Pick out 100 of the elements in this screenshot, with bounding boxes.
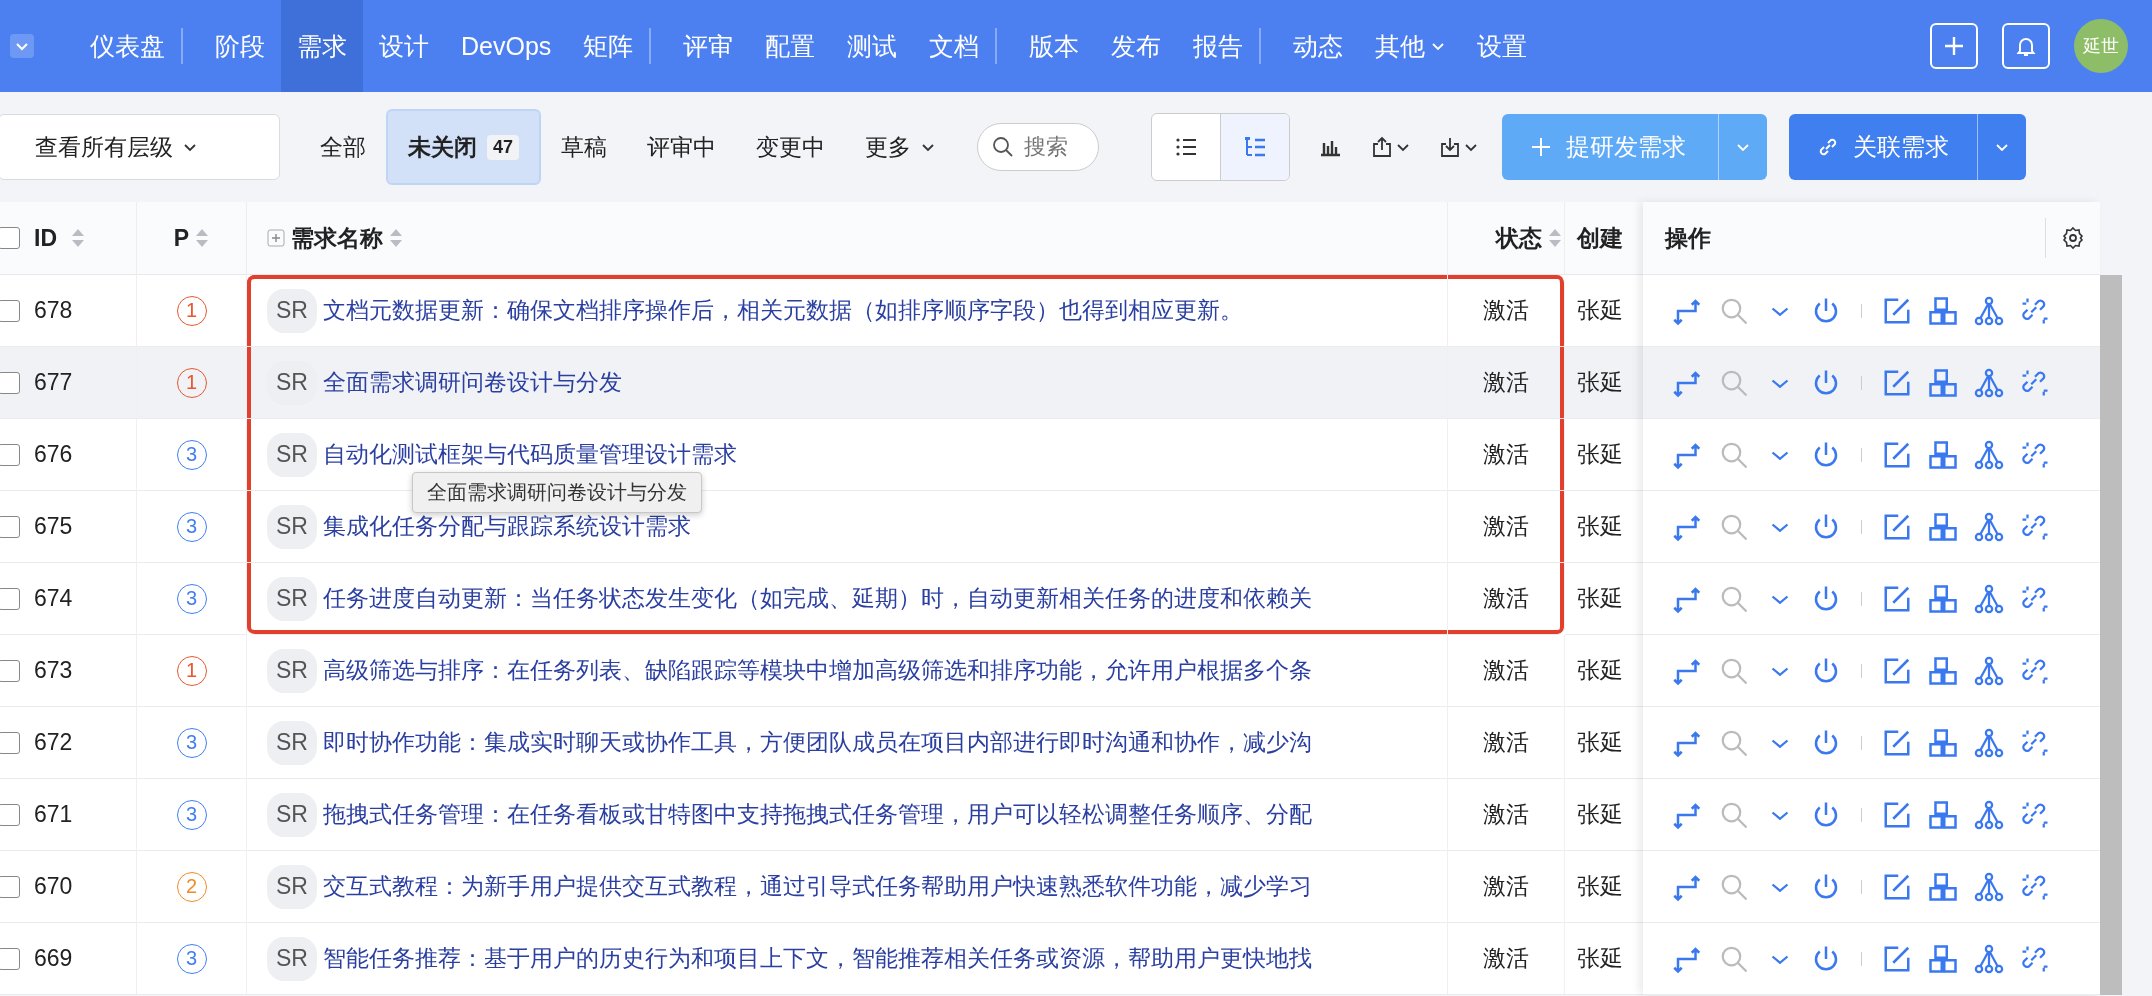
layout-icon[interactable] <box>1928 583 1958 614</box>
nav-tab[interactable]: 设置 <box>1461 0 1544 92</box>
nav-tab[interactable]: 其他 <box>1359 0 1462 92</box>
nav-tab[interactable]: 版本 <box>995 0 1096 92</box>
filter-tab[interactable]: 未关闭 47 <box>386 109 542 185</box>
nav-tab[interactable]: 文档 <box>913 0 996 92</box>
filter-tab[interactable]: 草稿 <box>541 111 628 183</box>
type-tag: SR <box>267 648 317 693</box>
hierarchy-icon[interactable] <box>1974 799 2004 830</box>
layout-icon[interactable] <box>1928 439 1958 470</box>
checkbox[interactable] <box>0 659 20 682</box>
creator-text: 张延 <box>1577 944 1623 973</box>
filter-tab[interactable]: 变更中 <box>736 111 846 183</box>
filter-tab[interactable]: 评审中 <box>627 111 737 183</box>
requirement-link[interactable]: 交互式教程：为新手用户提供交互式教程，通过引导式任务帮助用户快速熟悉软件功能，减少学习 <box>322 871 1312 902</box>
creator-text: 张延 <box>1577 584 1623 613</box>
hierarchy-icon[interactable] <box>1974 727 2004 758</box>
type-tag: SR <box>267 360 317 405</box>
type-tag: SR <box>267 288 317 333</box>
status-cell: 激活 <box>1448 491 1565 563</box>
layout-icon[interactable] <box>1928 799 1958 830</box>
creator-text: 张延 <box>1577 656 1623 685</box>
hierarchy-icon[interactable] <box>1974 511 2004 542</box>
hierarchy-icon[interactable] <box>1974 367 2004 398</box>
checkbox[interactable] <box>0 587 20 610</box>
requirement-link[interactable]: 全面需求调研问卷设计与分发 <box>322 367 622 398</box>
requirement-link[interactable]: 即时协作功能：集成实时聊天或协作工具，方便团队成员在项目内部进行即时沟通和协作，减少沟 <box>322 727 1312 758</box>
nav-tab[interactable]: 仪表盘 <box>74 0 181 92</box>
layout-icon[interactable] <box>1928 871 1958 902</box>
hierarchy-icon[interactable] <box>1974 943 2004 974</box>
status-cell: 激活 <box>1448 347 1565 419</box>
requirement-link[interactable]: 集成化任务分配与跟踪系统设计需求 <box>322 511 691 542</box>
requirement-link[interactable]: 任务进度自动更新：当任务状态发生变化（如完成、延期）时，自动更新相关任务的进度和依赖关 <box>322 583 1312 614</box>
status-cell: 激活 <box>1448 563 1565 635</box>
checkbox[interactable] <box>0 371 20 394</box>
status-cell: 激活 <box>1448 635 1565 707</box>
status-cell: 激活 <box>1448 707 1565 779</box>
nav-tab[interactable]: 报告 <box>1177 0 1260 92</box>
search-field[interactable]: 搜索 <box>977 123 1100 171</box>
count-badge: 47 <box>487 134 520 160</box>
nav-tab[interactable]: 设计 <box>363 0 445 92</box>
add-button[interactable] <box>1930 23 1978 69</box>
status-cell: 激活 <box>1448 779 1565 851</box>
tooltip: 全面需求调研问卷设计与分发 <box>412 472 702 513</box>
layout-icon[interactable] <box>1928 727 1958 758</box>
nav-tab[interactable]: 配置 <box>749 0 832 92</box>
layout-icon[interactable] <box>1928 367 1958 398</box>
nav-tab[interactable]: 阶段 <box>181 0 281 92</box>
export-button[interactable] <box>1370 135 1411 159</box>
table-header-cell[interactable]: 创建 <box>1565 202 1643 275</box>
nav-tab[interactable]: 矩阵 <box>567 0 650 92</box>
more-dropdown[interactable]: 更多 <box>845 111 956 183</box>
nav-tab[interactable]: 测试 <box>831 0 914 92</box>
checkbox[interactable] <box>0 299 20 322</box>
checkbox[interactable] <box>0 443 20 466</box>
creator-text: 张延 <box>1577 440 1623 469</box>
checkbox[interactable] <box>0 515 20 538</box>
type-tag: SR <box>267 720 317 765</box>
hierarchy-icon[interactable] <box>1974 295 2004 326</box>
id-text: 676 <box>34 441 73 468</box>
requirement-link[interactable]: 高级筛选与排序：在任务列表、缺陷跟踪等模块中增加高级筛选和排序功能，允许用户根据多个条 <box>322 655 1312 686</box>
layout-icon[interactable] <box>1928 295 1958 326</box>
hierarchy-icon[interactable] <box>1974 439 2004 470</box>
level-dropdown[interactable]: 查看所有层级 <box>0 114 280 180</box>
hierarchy-icon[interactable] <box>1974 655 2004 686</box>
nav-tab[interactable]: 评审 <box>649 0 750 92</box>
requirement-link[interactable]: 智能任务推荐：基于用户的历史行为和项目上下文，智能推荐相关任务或资源，帮助用户更快地找 <box>322 943 1312 974</box>
checkbox[interactable] <box>0 875 20 898</box>
status-cell: 激活 <box>1448 851 1565 923</box>
import-button[interactable] <box>1438 135 1479 159</box>
scrollbar[interactable] <box>2100 275 2122 995</box>
layout-icon[interactable] <box>1928 511 1958 542</box>
checkbox[interactable] <box>0 803 20 826</box>
expand-icon[interactable] <box>267 229 285 247</box>
column-header: 创建 <box>1577 223 1623 253</box>
checkbox[interactable] <box>0 731 20 754</box>
checkbox[interactable] <box>0 227 20 249</box>
requirement-link[interactable]: 自动化测试框架与代码质量管理设计需求 <box>322 439 737 470</box>
layout-icon[interactable] <box>1928 943 1958 974</box>
table-header-cell[interactable]: 状态 <box>1448 202 1565 275</box>
requirement-link[interactable]: 文档元数据更新：确保文档排序操作后，相关元数据（如排序顺序字段）也得到相应更新。 <box>322 295 1243 326</box>
checkbox[interactable] <box>0 947 20 970</box>
hierarchy-icon[interactable] <box>1974 583 2004 614</box>
nav-tab[interactable]: DevOps <box>445 0 568 92</box>
table-header-cell[interactable]: 需求名称 <box>247 202 1448 275</box>
column-header: 操作 <box>1665 223 1711 253</box>
requirement-link[interactable]: 拖拽式任务管理：在任务看板或甘特图中支持拖拽式任务管理，用户可以轻松调整任务顺序、分配 <box>322 799 1312 830</box>
table-header-cell[interactable]: ID <box>0 202 137 275</box>
table-header-cell[interactable]: P <box>137 202 247 275</box>
nav-tab[interactable]: 动态 <box>1259 0 1360 92</box>
settings-icon[interactable] <box>2061 226 2085 250</box>
layout-icon[interactable] <box>1928 655 1958 686</box>
nav-tab[interactable]: 发布 <box>1095 0 1178 92</box>
menu-button[interactable] <box>10 34 34 58</box>
view-toggle[interactable] <box>1220 114 1290 180</box>
notification-button[interactable] <box>2002 23 2050 69</box>
nav-tab[interactable]: 需求 <box>281 0 363 92</box>
status-cell: 激活 <box>1448 275 1565 347</box>
filter-tab[interactable]: 全部 <box>300 111 386 183</box>
hierarchy-icon[interactable] <box>1974 871 2004 902</box>
